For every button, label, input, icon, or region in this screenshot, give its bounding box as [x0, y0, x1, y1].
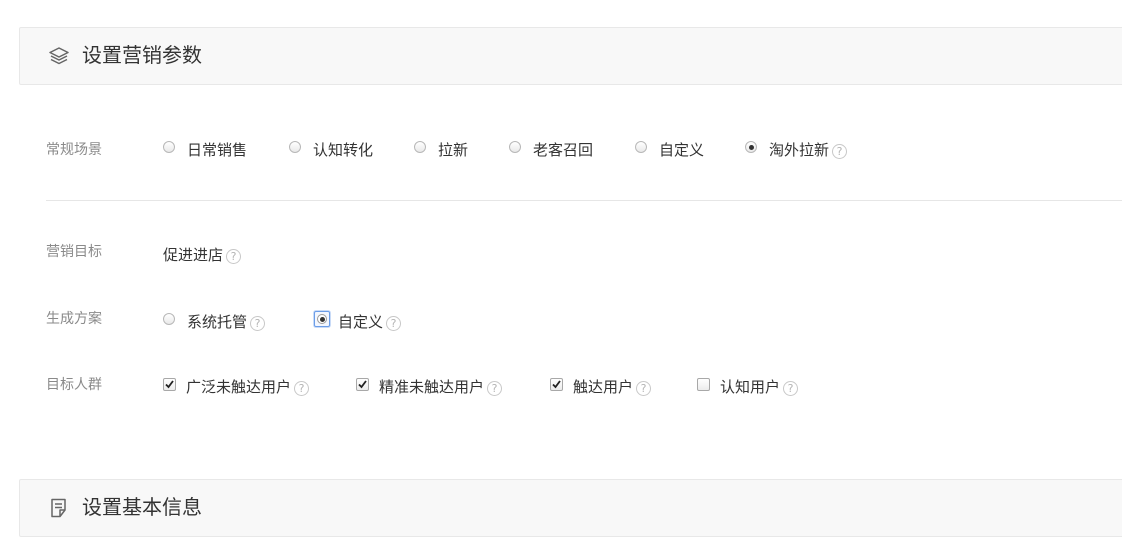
radio-button-checked[interactable]	[745, 141, 757, 153]
radio-button-checked-focused[interactable]	[314, 311, 330, 327]
plan-option-label: 自定义	[338, 313, 384, 331]
goal-label: 营销目标	[46, 244, 102, 260]
check-icon	[552, 379, 561, 388]
scene-option-label: 认知转化	[313, 141, 374, 159]
plan-label: 生成方案	[46, 311, 102, 327]
check-icon	[358, 379, 367, 388]
help-icon[interactable]: ?	[487, 381, 503, 396]
help-icon[interactable]: ?	[636, 381, 652, 396]
checkbox-checked[interactable]	[356, 377, 369, 391]
radio-button[interactable]	[635, 141, 647, 153]
layers-icon	[49, 47, 69, 65]
section-title-marketing: 设置营销参数	[82, 43, 202, 67]
checkbox-checked[interactable]	[163, 377, 176, 391]
scene-radio-external-acquisition[interactable]: 淘外拉新 ?	[745, 140, 848, 160]
divider	[46, 200, 1122, 201]
radio-button[interactable]	[163, 141, 175, 153]
scene-radio-recall[interactable]: 老客召回	[509, 140, 593, 160]
help-icon[interactable]: ?	[783, 381, 799, 396]
goal-value: 促进进店 ?	[163, 245, 242, 265]
scene-radio-acquisition[interactable]: 拉新	[414, 140, 468, 160]
checkbox-unchecked[interactable]	[697, 377, 710, 391]
scene-radio-daily-sales[interactable]: 日常销售	[163, 140, 247, 160]
scene-option-label: 日常销售	[187, 141, 248, 159]
scene-option-label: 淘外拉新	[769, 141, 830, 159]
checkbox-checked[interactable]	[550, 377, 563, 391]
scene-radio-awareness-conversion[interactable]: 认知转化	[289, 140, 373, 160]
audience-checkbox-aware[interactable]: 认知用户 ?	[697, 377, 799, 397]
help-icon[interactable]: ?	[832, 144, 848, 159]
plan-radio-custom[interactable]: 自定义 ?	[314, 311, 402, 332]
goal-value-text: 促进进店	[163, 246, 224, 264]
scene-label: 常规场景	[46, 142, 102, 158]
radio-button[interactable]	[289, 141, 301, 153]
audience-option-label: 精准未触达用户	[379, 378, 485, 396]
help-icon[interactable]: ?	[226, 249, 242, 264]
scene-option-label: 拉新	[438, 141, 469, 159]
audience-option-label: 认知用户	[720, 378, 781, 396]
check-icon	[165, 379, 174, 388]
help-icon[interactable]: ?	[294, 381, 310, 396]
audience-checkbox-precise-unreached[interactable]: 精准未触达用户 ?	[356, 377, 503, 397]
section-header-basic-info: 设置基本信息	[19, 479, 1122, 537]
plan-option-label: 系统托管	[187, 313, 248, 331]
help-icon[interactable]: ?	[386, 316, 402, 331]
audience-checkbox-reached[interactable]: 触达用户 ?	[550, 377, 652, 397]
audience-option-label: 广泛未触达用户	[186, 378, 292, 396]
plan-radio-system-managed[interactable]: 系统托管 ?	[163, 312, 266, 332]
audience-option-label: 触达用户	[573, 378, 634, 396]
document-icon	[51, 498, 66, 518]
scene-option-label: 自定义	[659, 141, 705, 159]
audience-checkbox-broad-unreached[interactable]: 广泛未触达用户 ?	[163, 377, 310, 397]
scene-radio-custom[interactable]: 自定义	[635, 140, 704, 160]
section-header-marketing: 设置营销参数	[19, 27, 1122, 85]
scene-option-label: 老客召回	[533, 141, 594, 159]
radio-button[interactable]	[163, 313, 175, 325]
radio-button[interactable]	[414, 141, 426, 153]
section-title-basic-info: 设置基本信息	[82, 495, 202, 519]
help-icon[interactable]: ?	[250, 316, 266, 331]
audience-label: 目标人群	[46, 377, 102, 393]
radio-button[interactable]	[509, 141, 521, 153]
